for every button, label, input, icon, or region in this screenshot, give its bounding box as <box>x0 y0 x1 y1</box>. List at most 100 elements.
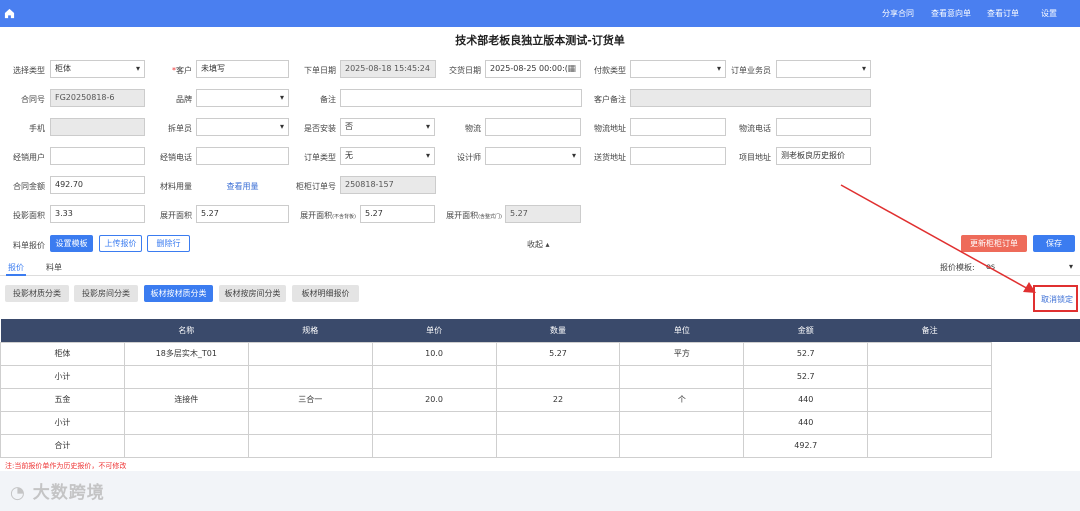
delete-row-button[interactable]: 删除行 <box>147 235 190 252</box>
salesman-dropdown[interactable] <box>776 60 871 78</box>
delivery-date-picker[interactable]: 2025-08-25 00:00:( <box>485 60 581 78</box>
category-projection-material[interactable]: 投影材质分类 <box>5 285 69 302</box>
install-label: 是否安装 <box>304 124 336 133</box>
tab-bom[interactable]: 料单 <box>46 262 62 273</box>
column-header: 单位 <box>619 319 744 342</box>
unfold-area-no-back-input[interactable]: 5.27 <box>360 205 435 223</box>
table-cell: 492.7 <box>743 433 869 458</box>
column-header: 金额 <box>743 319 868 342</box>
category-board-room[interactable]: 板材按房间分类 <box>219 285 286 302</box>
footer-band <box>0 471 1080 511</box>
table-row: 柜体 18多层实木_T01 10.0 5.27 平方 52.7 <box>0 341 1080 366</box>
update-cabinet-order-button[interactable]: 更新柜柜订单 <box>961 235 1027 252</box>
contract-no-field: FG20250818-6 <box>50 89 145 107</box>
table-cell[interactable] <box>867 387 993 412</box>
payment-type-label: 付款类型 <box>594 66 626 75</box>
upload-quote-button[interactable]: 上传报价 <box>99 235 142 252</box>
logistics-address-label: 物流地址 <box>594 124 626 133</box>
tab-bar: 报价 料单 报价模板: es <box>0 260 1080 276</box>
table-cell: 52.7 <box>743 364 869 389</box>
install-dropdown[interactable]: 否 <box>340 118 435 136</box>
material-usage-label: 材料用量 <box>160 182 192 191</box>
table-cell <box>619 364 745 389</box>
save-button[interactable]: 保存 <box>1033 235 1075 252</box>
customer-label-text: 客户 <box>176 66 192 75</box>
nav-view-intent[interactable]: 查看意向单 <box>931 8 971 19</box>
table-cell[interactable] <box>247 341 373 366</box>
logistics-phone-label: 物流电话 <box>739 124 771 133</box>
table-cell[interactable] <box>867 341 993 366</box>
contract-amount-label: 合同金额 <box>13 182 45 191</box>
logistics-input[interactable] <box>485 118 581 136</box>
logistics-address-input[interactable] <box>630 118 726 136</box>
designer-dropdown[interactable] <box>485 147 581 165</box>
nav-view-orders[interactable]: 查看订单 <box>987 8 1019 19</box>
unfold-area-label: 展开面积 <box>160 211 192 220</box>
logistics-phone-input[interactable] <box>776 118 871 136</box>
table-cell[interactable]: 连接件 <box>123 387 249 412</box>
unfold-area-no-back-note: (不含背板) <box>332 214 356 220</box>
view-usage-link[interactable]: 查看用量 <box>196 181 289 192</box>
table-cell <box>371 433 497 458</box>
dealer-user-input[interactable] <box>50 147 145 165</box>
brand-dropdown[interactable] <box>196 89 289 107</box>
table-cell[interactable]: 18多层实木_T01 <box>123 341 249 366</box>
delivery-date-label: 交货日期 <box>449 66 481 75</box>
splitter-dropdown[interactable] <box>196 118 289 136</box>
top-nav-bar: 分享合同 查看意向单 查看订单 设置 <box>0 0 1080 27</box>
table-cell <box>495 433 621 458</box>
phone-field <box>50 118 145 136</box>
select-type-label: 选择类型 <box>13 66 45 75</box>
project-address-input[interactable]: 测老板良历史报价 <box>776 147 871 165</box>
table-cell <box>619 433 745 458</box>
remark-textarea[interactable] <box>340 89 582 107</box>
table-cell[interactable]: 22 <box>495 387 621 412</box>
table-header-row: 名称 规格 单价 数量 单位 金额 备注 <box>0 319 1080 342</box>
table-cell <box>867 433 993 458</box>
ship-address-input[interactable] <box>630 147 726 165</box>
table-cell[interactable]: 5.27 <box>495 341 621 366</box>
collapse-toggle[interactable]: 收起 ▴ <box>527 239 550 250</box>
table-cell <box>867 410 993 435</box>
table-row: 五金 连接件 三合一 20.0 22 个 440 <box>0 387 1080 412</box>
unfold-area-with-door-label-text: 展开面积 <box>446 211 479 220</box>
contract-no-label: 合同号 <box>21 95 45 104</box>
home-icon[interactable] <box>4 8 15 19</box>
projection-area-input[interactable]: 3.33 <box>50 205 145 223</box>
table-cell: 柜体 <box>0 341 125 366</box>
projection-area-label: 投影面积 <box>13 211 45 220</box>
quote-template-dropdown[interactable]: es <box>978 260 1077 275</box>
table-row: 小计 52.7 <box>0 364 1080 389</box>
customer-remark-label: 客户备注 <box>594 95 626 104</box>
select-type-dropdown[interactable]: 柜体 <box>50 60 145 78</box>
phone-label: 手机 <box>29 124 45 133</box>
table-cell <box>619 410 745 435</box>
table-row: 小计 440 <box>0 410 1080 435</box>
column-header: 名称 <box>124 319 249 342</box>
table-cell <box>247 433 373 458</box>
category-board-material[interactable]: 板材按材质分类 <box>144 285 213 302</box>
dealer-phone-input[interactable] <box>196 147 289 165</box>
category-projection-room[interactable]: 投影房间分类 <box>74 285 138 302</box>
payment-type-dropdown[interactable] <box>630 60 726 78</box>
table-cell[interactable]: 20.0 <box>371 387 497 412</box>
set-template-button[interactable]: 设置模板 <box>50 235 93 252</box>
unfold-area-input[interactable]: 5.27 <box>196 205 289 223</box>
dealer-phone-label: 经销电话 <box>160 153 192 162</box>
nav-share-contract[interactable]: 分享合同 <box>882 8 914 19</box>
order-type-dropdown[interactable]: 无 <box>340 147 435 165</box>
collapse-label: 收起 <box>527 240 543 249</box>
order-date-field: 2025-08-18 15:45:24 <box>340 60 436 78</box>
customer-input[interactable]: 未填写 <box>196 60 289 78</box>
table-cell[interactable]: 10.0 <box>371 341 497 366</box>
table-cell[interactable]: 个 <box>619 387 745 412</box>
nav-settings[interactable]: 设置 <box>1041 8 1057 19</box>
brand-label: 品牌 <box>176 95 192 104</box>
category-board-detail[interactable]: 板材明细报价 <box>292 285 359 302</box>
contract-amount-input[interactable]: 492.70 <box>50 176 145 194</box>
tab-quote[interactable]: 报价 <box>8 262 24 273</box>
table-cell <box>371 364 497 389</box>
table-cell[interactable]: 平方 <box>619 341 745 366</box>
designer-label: 设计师 <box>457 153 481 162</box>
table-cell[interactable]: 三合一 <box>247 387 373 412</box>
